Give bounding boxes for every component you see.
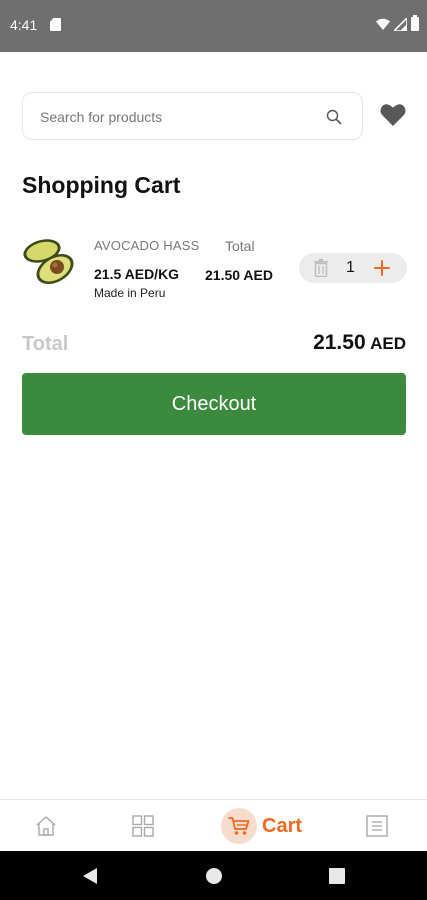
signal-icon (394, 17, 407, 31)
total-number: 21.50 (313, 331, 366, 354)
avocado-image (23, 239, 74, 285)
home-button-icon[interactable] (206, 868, 222, 884)
total-currency: AED (370, 334, 406, 353)
status-bar: 4:41 (0, 0, 427, 52)
cart-item: AVOCADO HASS 21.5 AED/KG Made in Peru To… (22, 230, 408, 305)
bottom-nav: Cart (0, 799, 427, 851)
item-total-value: 21.50 AED (205, 267, 273, 283)
home-icon[interactable] (34, 814, 58, 838)
item-name: AVOCADO HASS (94, 238, 200, 253)
total-label: Total (22, 333, 69, 355)
trash-icon[interactable] (313, 259, 329, 277)
search-icon[interactable] (326, 109, 342, 125)
orders-icon[interactable] (365, 814, 389, 838)
battery-icon (411, 15, 419, 31)
categories-icon[interactable] (131, 814, 155, 838)
total-amount: 21.50 AED (313, 331, 406, 355)
nav-cart-label: Cart (262, 814, 303, 837)
sd-card-icon (50, 18, 61, 31)
status-icons (376, 15, 419, 31)
back-icon[interactable] (82, 867, 98, 885)
cart-icon (228, 817, 250, 835)
search-box[interactable] (22, 92, 363, 140)
system-nav-bar (0, 851, 427, 900)
cart-bubble (221, 808, 257, 844)
search-input[interactable] (40, 106, 320, 128)
item-origin: Made in Peru (94, 286, 166, 300)
checkout-button[interactable]: Checkout (22, 373, 406, 435)
recent-apps-icon[interactable] (329, 868, 345, 884)
plus-icon[interactable] (373, 259, 391, 277)
heart-icon[interactable] (380, 103, 406, 127)
status-time: 4:41 (10, 17, 38, 33)
nav-cart[interactable]: Cart (221, 808, 302, 844)
quantity-value: 1 (346, 259, 355, 276)
item-price: 21.5 AED/KG (94, 266, 180, 282)
page-title: Shopping Cart (22, 172, 181, 198)
wifi-icon (376, 18, 390, 30)
item-total-label: Total (225, 238, 255, 254)
quantity-stepper: 1 (299, 253, 407, 283)
